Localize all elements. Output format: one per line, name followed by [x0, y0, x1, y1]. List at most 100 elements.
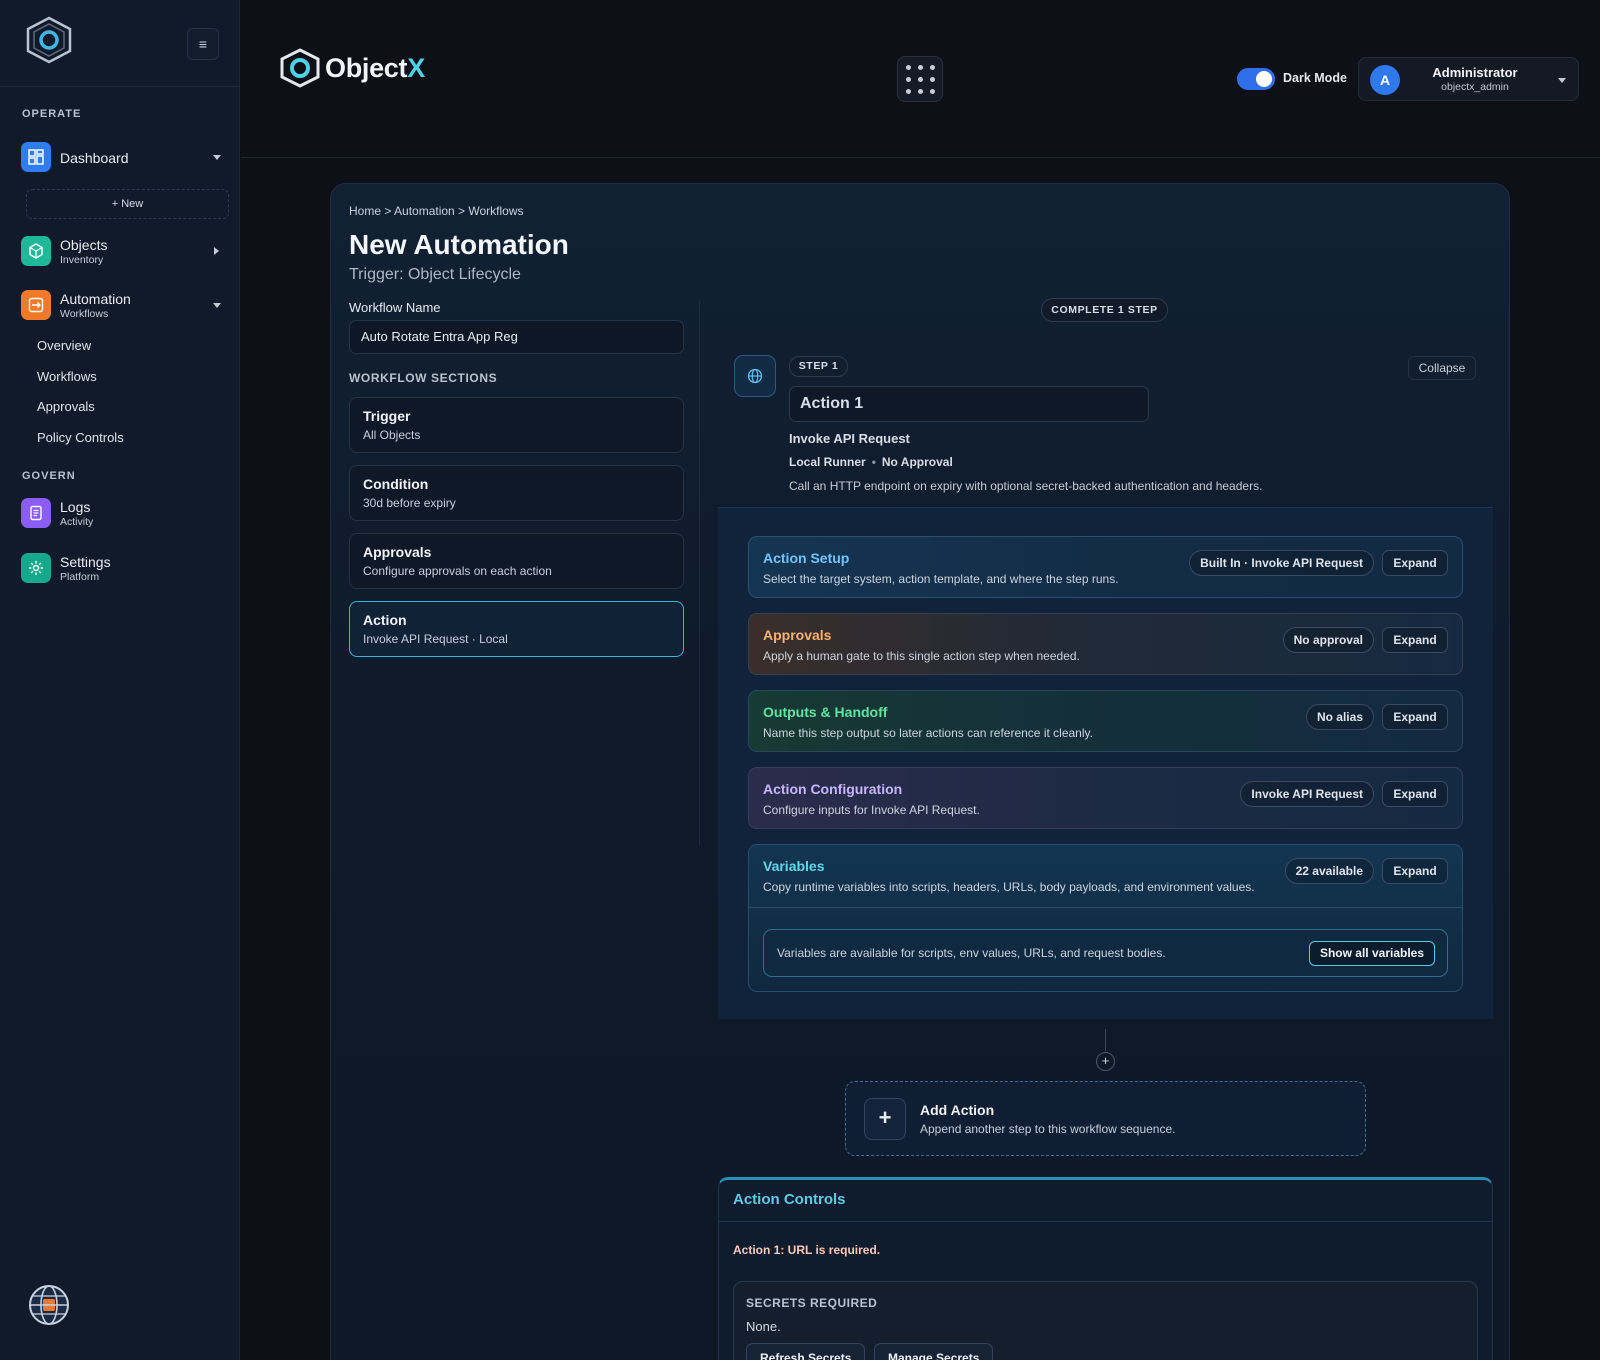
accordion-desc: Configure inputs for Invoke API Request. [763, 803, 980, 817]
chevron-down-icon[interactable] [213, 155, 221, 160]
complete-steps-badge: COMPLETE 1 STEP [1041, 298, 1168, 322]
sidebar-toggle-button[interactable]: ≡ [187, 28, 219, 60]
section-name: Action [363, 612, 407, 628]
sidebar-item-settings[interactable]: Settings Platform [20, 551, 225, 585]
expand-button[interactable]: Expand [1382, 550, 1448, 576]
secrets-value: None. [746, 1319, 781, 1334]
sidebar-item-dashboard[interactable]: Dashboard [20, 140, 225, 174]
sidebar-item-label: Logs [60, 499, 91, 515]
accordion-desc: Name this step output so later actions c… [763, 726, 1093, 740]
dark-mode-toggle[interactable] [1237, 68, 1275, 90]
accordion-desc: Apply a human gate to this single action… [763, 649, 1080, 663]
sidebar-item-sublabel: Activity [60, 516, 94, 528]
sidebar-item-logs[interactable]: Logs Activity [20, 496, 225, 530]
chevron-right-icon[interactable] [214, 247, 219, 255]
workflow-name-input[interactable]: Auto Rotate Entra App Reg [349, 320, 684, 354]
action-controls-title: Action Controls [733, 1191, 846, 1208]
show-all-variables-button[interactable]: Show all variables [1309, 941, 1435, 966]
accordion-variables[interactable]: Variables Copy runtime variables into sc… [748, 844, 1463, 992]
section-card-approvals[interactable]: Approvals Configure approvals on each ac… [349, 533, 684, 589]
user-name: Administrator [1432, 65, 1518, 80]
accordion-title: Variables [763, 858, 825, 874]
sidebar-item-label: Settings [60, 554, 111, 570]
chevron-down-icon[interactable] [213, 303, 221, 308]
page-subtitle: Trigger: Object Lifecycle [349, 266, 521, 283]
accordion-action-configuration[interactable]: Action Configuration Configure inputs fo… [748, 767, 1463, 829]
action-controls-panel: Action Controls Action 1: URL is require… [718, 1177, 1493, 1360]
step-description: Call an HTTP endpoint on expiry with opt… [789, 479, 1263, 493]
section-desc: Configure approvals on each action [363, 564, 552, 578]
new-dashboard-button[interactable]: + New [26, 189, 229, 219]
user-handle: objectx_admin [1441, 81, 1509, 93]
insert-step-plus-icon[interactable]: + [1096, 1052, 1115, 1071]
accordion-divider [749, 907, 1462, 908]
brand-name-main: Object [325, 52, 408, 83]
logo-hexagon-icon[interactable] [24, 16, 74, 64]
brand-logo[interactable]: ObjectX [279, 48, 425, 88]
app-launcher-button[interactable] [897, 56, 943, 102]
brand-name-accent: X [407, 52, 425, 83]
accordion-title: Outputs & Handoff [763, 704, 888, 720]
manage-secrets-button[interactable]: Manage Secrets [874, 1343, 994, 1360]
expand-button[interactable]: Expand [1382, 858, 1448, 884]
accordion-status-tag: 22 available [1284, 858, 1374, 884]
accordion-outputs-handoff[interactable]: Outputs & Handoff Name this step output … [748, 690, 1463, 752]
sidebar-item-automation[interactable]: Automation Workflows [20, 288, 225, 322]
operate-section-title: OPERATE [22, 108, 82, 120]
runner-label: Local Runner [789, 455, 866, 469]
language-globe-icon[interactable] [28, 1284, 70, 1326]
section-desc: All Objects [363, 428, 421, 442]
accordion-action-setup[interactable]: Action Setup Select the target system, a… [748, 536, 1463, 598]
collapse-button[interactable]: Collapse [1408, 356, 1476, 380]
gear-icon [21, 553, 51, 583]
step-meta: Local Runner • No Approval [789, 455, 953, 469]
sidebar-subitem-approvals[interactable]: Approvals [37, 399, 95, 414]
sidebar-item-label: Automation [60, 291, 131, 307]
refresh-secrets-button[interactable]: Refresh Secrets [746, 1343, 866, 1360]
section-name: Condition [363, 476, 429, 492]
section-card-action[interactable]: Action Invoke API Request · Local [349, 601, 684, 657]
section-card-condition[interactable]: Condition 30d before expiry [349, 465, 684, 521]
variables-info-box: Variables are available for scripts, env… [763, 929, 1448, 977]
sidebar-item-objects[interactable]: Objects Inventory [20, 234, 225, 268]
top-header: ObjectX Dark Mode A Administrator object… [241, 0, 1600, 158]
sidebar-item-label: Dashboard [60, 150, 129, 166]
cube-icon [21, 236, 51, 266]
sidebar-header: ≡ [0, 0, 239, 87]
action-name-input[interactable]: Action 1 [789, 386, 1149, 422]
add-action-desc: Append another step to this workflow seq… [920, 1122, 1176, 1136]
section-name: Approvals [363, 544, 432, 560]
accordion-title: Action Configuration [763, 781, 903, 797]
sidebar-subitem-overview[interactable]: Overview [37, 338, 91, 353]
accordion-status-tag: Built In · Invoke API Request [1189, 550, 1374, 576]
workflow-name-label: Workflow Name [349, 300, 441, 315]
automation-editor-card: Home > Automation > Workflows New Automa… [330, 183, 1510, 1360]
section-name: Trigger [363, 408, 411, 424]
page-title: New Automation [349, 229, 569, 260]
accordion-title: Action Setup [763, 550, 850, 566]
sidebar-item-sublabel: Inventory [60, 254, 104, 266]
expand-button[interactable]: Expand [1382, 627, 1448, 653]
plus-icon: + [864, 1098, 906, 1140]
workflow-sections-title: WORKFLOW SECTIONS [349, 371, 498, 385]
user-menu[interactable]: A Administrator objectx_admin [1358, 57, 1579, 101]
section-card-trigger[interactable]: Trigger All Objects [349, 397, 684, 453]
accordion-title: Approvals [763, 627, 832, 643]
accordion-status-tag: No alias [1305, 704, 1374, 730]
dark-mode-label: Dark Mode [1283, 71, 1347, 85]
expand-button[interactable]: Expand [1382, 781, 1448, 807]
sidebar-subitem-workflows[interactable]: Workflows [37, 369, 97, 384]
sidebar: ≡ OPERATE Dashboard + New Objects Invent… [0, 0, 240, 1360]
column-divider [699, 300, 700, 845]
accordion-status-tag: Invoke API Request [1240, 781, 1374, 807]
breadcrumb[interactable]: Home > Automation > Workflows [349, 204, 524, 218]
section-desc: 30d before expiry [363, 496, 456, 510]
step-connector-line [1105, 1029, 1106, 1051]
expand-button[interactable]: Expand [1382, 704, 1448, 730]
sidebar-subitem-policy-controls[interactable]: Policy Controls [37, 430, 124, 445]
document-icon [21, 498, 51, 528]
approval-label: No Approval [881, 455, 953, 469]
accordion-approvals[interactable]: Approvals Apply a human gate to this sin… [748, 613, 1463, 675]
section-desc: Invoke API Request · Local [363, 632, 508, 646]
add-action-button[interactable]: + Add Action Append another step to this… [845, 1081, 1366, 1156]
